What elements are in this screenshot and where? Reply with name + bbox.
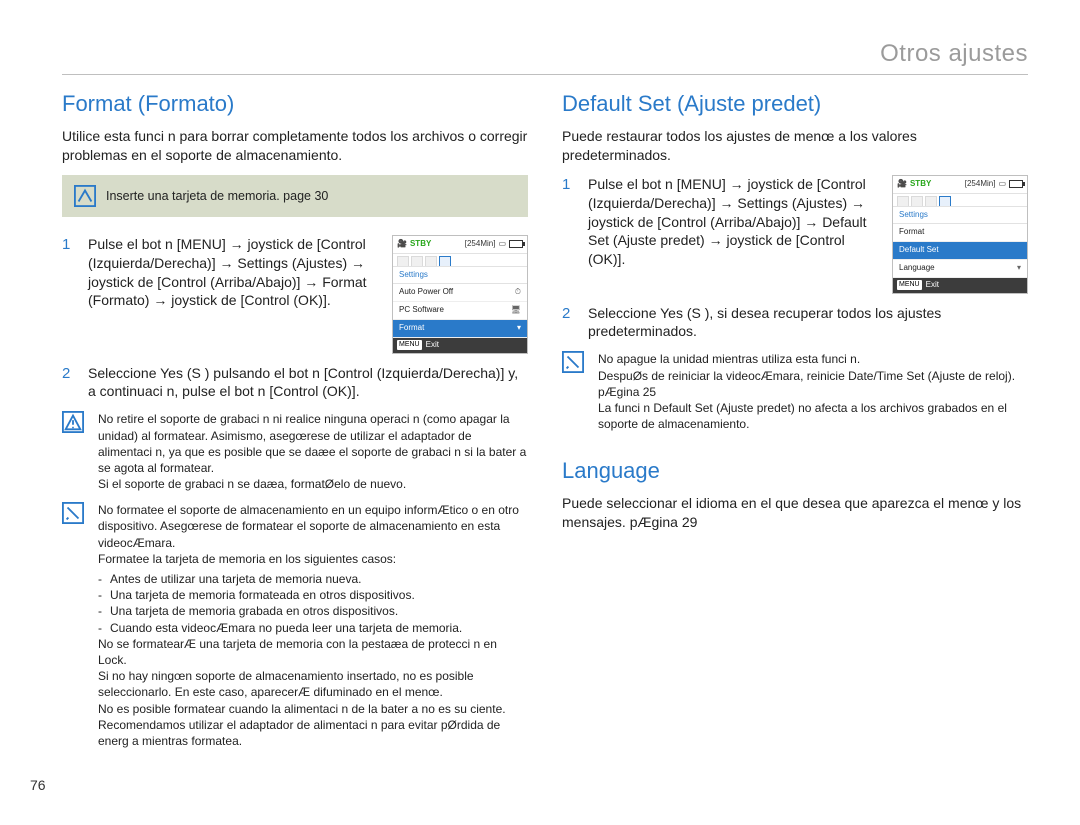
defaultset-note-p2: DespuØs de reiniciar la videocÆmara, rei…: [598, 368, 1028, 400]
insert-card-note: Inserte una tarjeta de memoria. page 30: [62, 175, 528, 217]
page-number: 76: [30, 777, 46, 793]
exit-label: Exit: [426, 340, 439, 351]
note-icon: [562, 351, 584, 373]
time-remaining: [254Min]: [465, 239, 496, 250]
defaultset-step-1: Pulse el bot n [MENU] → joystick de [Con…: [588, 175, 880, 269]
battery-icon: [1009, 180, 1023, 188]
note-icon: [62, 502, 84, 524]
format-heading: Format (Formato): [62, 91, 528, 117]
lcd-row: Auto Power Off⏱: [393, 284, 527, 302]
lcd-tab: [411, 256, 423, 266]
clock-icon: ⏱: [515, 287, 521, 298]
format-note-p4: Si no hay ningœn soporte de almacenamien…: [98, 668, 528, 700]
card-icon: ▭: [998, 179, 1006, 190]
format-bullet: Una tarjeta de memoria formateada en otr…: [98, 587, 528, 603]
menu-badge: MENU: [397, 340, 422, 349]
defaultset-heading: Default Set (Ajuste predet): [562, 91, 1028, 117]
language-heading: Language: [562, 458, 1028, 484]
lcd-tab: [925, 196, 937, 206]
stby-label: STBY: [910, 179, 931, 190]
lcd-tab-active: [439, 256, 451, 266]
exit-label: Exit: [926, 280, 939, 291]
card-icon: ▭: [498, 239, 506, 250]
rec-icon: 🎥: [397, 239, 407, 250]
rec-icon: 🎥: [897, 179, 907, 190]
format-note-p5: No es posible formatear cuando la alimen…: [98, 701, 528, 750]
insert-card-note-text: Inserte una tarjeta de memoria. page 30: [106, 189, 328, 203]
lcd-row: Language▾: [893, 260, 1027, 278]
language-intro: Puede seleccionar el idioma en el que de…: [562, 494, 1028, 532]
lcd-row: PC Software🖥: [393, 302, 527, 320]
lcd-tab-active: [939, 196, 951, 206]
chevron-down-icon: ▾: [517, 323, 521, 334]
lcd-screen-format: 🎥 STBY [254Min] ▭: [392, 235, 528, 354]
pc-icon: 🖥: [511, 305, 521, 316]
battery-icon: [509, 240, 523, 248]
format-intro: Utilice esta funci n para borrar complet…: [62, 127, 528, 165]
format-step-2: Seleccione Yes (S ) pulsando el bot n [C…: [88, 364, 528, 402]
defaultset-intro: Puede restaurar todos los ajustes de men…: [562, 127, 1028, 165]
warning-icon: [62, 411, 84, 433]
lcd-tab: [397, 256, 409, 266]
defaultset-step-2: Seleccione Yes (S ), si desea recuperar …: [588, 304, 1028, 342]
time-remaining: [254Min]: [965, 179, 996, 190]
format-note-p1: No formatee el soporte de almacenamiento…: [98, 502, 528, 551]
lcd-row-selected: Format▾: [393, 320, 527, 338]
lcd-row: Format: [893, 224, 1027, 242]
right-column: Default Set (Ajuste predet) Puede restau…: [562, 91, 1028, 749]
left-column: Format (Formato) Utilice esta funci n pa…: [62, 91, 528, 749]
format-bullet: Una tarjeta de memoria grabada en otros …: [98, 603, 528, 619]
format-warning-1: No retire el soporte de grabaci n ni rea…: [98, 411, 528, 476]
breadcrumb: Otros ajustes: [62, 40, 1028, 75]
format-step-1: Pulse el bot n [MENU] → joystick de [Con…: [88, 235, 380, 311]
lcd-menu-heading: Settings: [893, 207, 1027, 225]
lcd-tab: [897, 196, 909, 206]
lcd-tab: [425, 256, 437, 266]
lcd-menu-heading: Settings: [393, 267, 527, 285]
note-icon: [74, 185, 96, 207]
format-bullet: Antes de utilizar una tarjeta de memoria…: [98, 571, 528, 587]
format-note-p3: No se formatearÆ una tarjeta de memoria …: [98, 636, 528, 668]
format-warning-1b: Si el soporte de grabaci n se daæa, form…: [98, 476, 528, 492]
lcd-screen-defaultset: 🎥 STBY [254Min] ▭: [892, 175, 1028, 294]
menu-badge: MENU: [897, 280, 922, 289]
lcd-row-selected: Default Set: [893, 242, 1027, 260]
defaultset-note-p1: No apague la unidad mientras utiliza est…: [598, 351, 1028, 367]
defaultset-note-p3: La funci n Default Set (Ajuste predet) n…: [598, 400, 1028, 432]
stby-label: STBY: [410, 239, 431, 250]
chevron-down-icon: ▾: [1017, 263, 1021, 274]
lcd-tab: [911, 196, 923, 206]
format-bullet: Cuando esta videocÆmara no pueda leer un…: [98, 620, 528, 636]
format-note-p2: Formatee la tarjeta de memoria en los si…: [98, 551, 528, 567]
